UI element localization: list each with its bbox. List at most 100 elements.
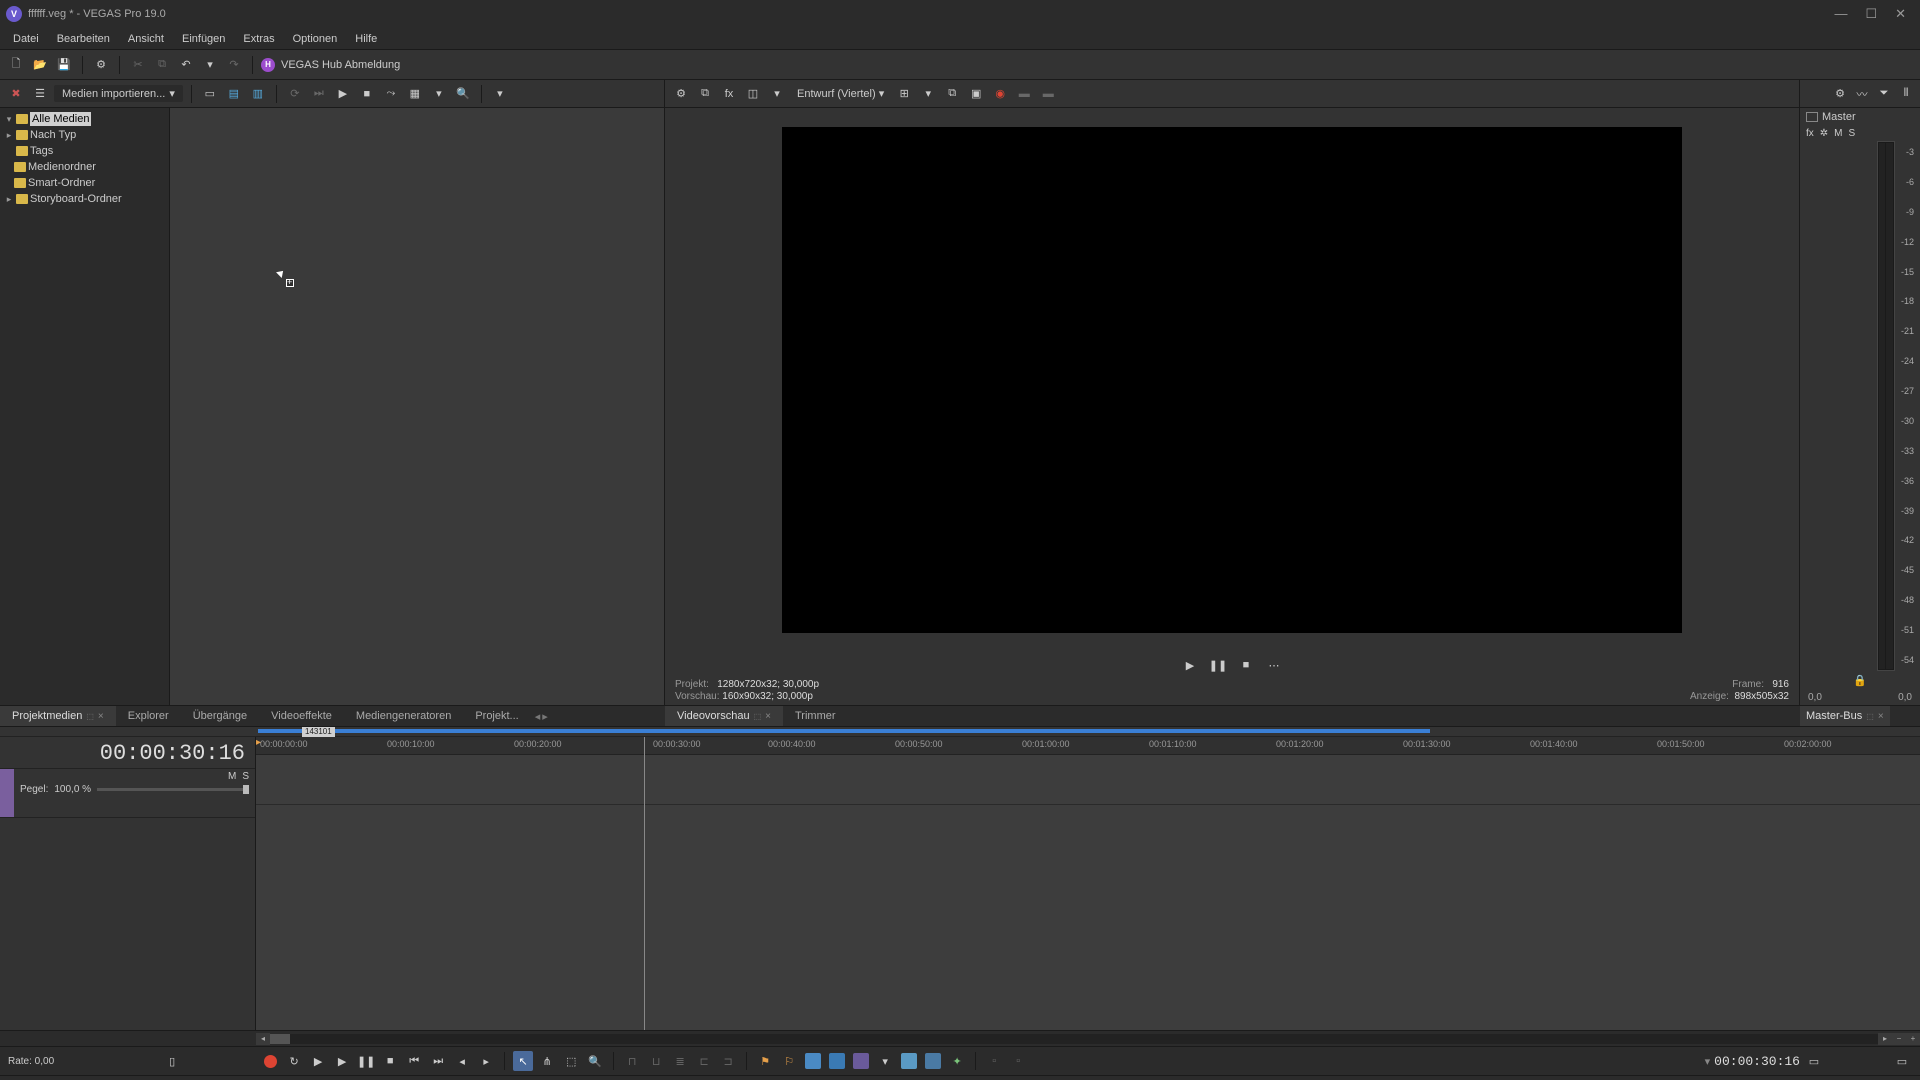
open-project-icon[interactable]: 📂 [30, 55, 50, 75]
pin-icon[interactable]: ⬚ [754, 712, 762, 721]
tab-next-icon[interactable]: ▸ [542, 710, 548, 723]
preview-more-icon[interactable]: ⋯ [1264, 655, 1284, 675]
master-solo-button[interactable]: S [1849, 128, 1856, 139]
expand-icon[interactable]: ▸ [4, 192, 14, 206]
tree-item-tags[interactable]: Tags [2, 143, 167, 159]
tab-mediengeneratoren[interactable]: Mediengeneratoren [344, 706, 463, 726]
tree-item-nach-typ[interactable]: ▸ Nach Typ [2, 127, 167, 143]
media-more-dropdown-icon[interactable]: ▾ [490, 84, 510, 104]
color-tool-2[interactable] [827, 1051, 847, 1071]
media-grid-icon[interactable]: ▦ [405, 84, 425, 104]
master-mixer-icon[interactable]: ⫴ [1896, 84, 1916, 104]
loop-region[interactable] [258, 729, 1430, 733]
tab-prev-icon[interactable]: ◂ [535, 710, 541, 723]
color-tool-4[interactable] [899, 1051, 919, 1071]
region-button[interactable]: ⚐ [779, 1051, 799, 1071]
expand-icon[interactable]: ▸ [4, 128, 14, 142]
preview-grid-dropdown-icon[interactable]: ▾ [918, 84, 938, 104]
menu-datei[interactable]: Datei [4, 30, 48, 48]
color-dropdown-icon[interactable]: ▾ [875, 1051, 895, 1071]
tab-trimmer[interactable]: Trimmer [783, 706, 848, 726]
close-icon[interactable]: × [765, 711, 771, 722]
media-search-icon[interactable]: 🔍 [453, 84, 473, 104]
undo-icon[interactable]: ↶ [176, 55, 196, 75]
playhead[interactable] [644, 737, 645, 1030]
close-icon[interactable]: × [98, 711, 104, 722]
master-dim-icon[interactable]: 〰 [1852, 84, 1872, 104]
preview-split-dropdown-icon[interactable]: ▾ [767, 84, 787, 104]
track-mute-button[interactable]: M [228, 771, 236, 782]
undo-dropdown-icon[interactable]: ▾ [200, 55, 220, 75]
play-start-button[interactable]: ▶ [308, 1051, 328, 1071]
preview-stop-icon[interactable]: ■ [1236, 655, 1256, 675]
preview-clip-icon[interactable]: ▣ [966, 84, 986, 104]
lock-icon[interactable]: 🔒 [1853, 674, 1867, 687]
pause-button[interactable]: ❚❚ [356, 1051, 376, 1071]
preview-pause-icon[interactable]: ❚❚ [1208, 655, 1228, 675]
timeline-scrollbar[interactable]: ◂ ▸ − + [0, 1030, 1920, 1046]
next-frame-button[interactable]: ▸ [476, 1051, 496, 1071]
zoom-in-icon[interactable]: + [1906, 1033, 1920, 1045]
preview-split-icon[interactable]: ◫ [743, 84, 763, 104]
import-media-button[interactable]: Medien importieren... ▾ [54, 85, 183, 102]
tab-explorer[interactable]: Explorer [116, 706, 181, 726]
menu-einfuegen[interactable]: Einfügen [173, 30, 234, 48]
master-fx-button[interactable]: fx [1806, 128, 1814, 139]
color-tool-5[interactable] [923, 1051, 943, 1071]
effects-button[interactable]: ✦ [947, 1051, 967, 1071]
scroll-left-icon[interactable]: ◂ [256, 1033, 270, 1045]
timeline-tracks-area[interactable]: ▸ 00:00:00:00 00:00:10:00 00:00:20:00 00… [256, 737, 1920, 1030]
render-icon[interactable]: ⚙ [91, 55, 111, 75]
slider-thumb[interactable] [243, 785, 249, 794]
tab-uebergaenge[interactable]: Übergänge [181, 706, 259, 726]
loop-button[interactable]: ↻ [284, 1051, 304, 1071]
selection-tool[interactable]: ⬚ [561, 1051, 581, 1071]
record-button[interactable] [260, 1051, 280, 1071]
go-end-button[interactable]: ⏭ [428, 1051, 448, 1071]
tab-projekt[interactable]: Projekt... [463, 706, 530, 726]
color-tool-3[interactable] [851, 1051, 871, 1071]
preview-fx-icon[interactable]: fx [719, 84, 739, 104]
menu-ansicht[interactable]: Ansicht [119, 30, 173, 48]
track-solo-button[interactable]: S [242, 771, 249, 782]
master-settings-icon[interactable]: ⚙ [1830, 84, 1850, 104]
save-project-icon[interactable]: 💾 [54, 55, 74, 75]
new-project-icon[interactable]: 🗋 [6, 55, 26, 75]
collapse-icon[interactable]: ▾ [4, 112, 14, 126]
master-automation-button[interactable]: ✲ [1820, 128, 1828, 139]
timeline-timecode[interactable]: 00:00:30:16 [0, 737, 255, 768]
menu-optionen[interactable]: Optionen [284, 30, 347, 48]
pegel-slider[interactable] [97, 788, 249, 791]
tab-videovorschau[interactable]: Videovorschau⬚× [665, 706, 783, 726]
marker-button[interactable]: ⚑ [755, 1051, 775, 1071]
tree-item-storyboard[interactable]: ▸ Storyboard-Ordner [2, 191, 167, 207]
preview-play-icon[interactable]: ▶ [1180, 655, 1200, 675]
preview-viewport[interactable] [665, 108, 1799, 651]
tab-projektmedien[interactable]: Projektmedien⬚× [0, 706, 116, 726]
region-label[interactable]: 143101 [302, 727, 335, 737]
pin-icon[interactable]: ⬚ [1866, 712, 1874, 721]
media-filter-icon[interactable]: ▥ [248, 84, 268, 104]
close-icon[interactable]: × [1878, 711, 1884, 722]
tree-item-medienordner[interactable]: Medienordner [2, 159, 167, 175]
maximize-timeline-icon[interactable]: ▭ [1892, 1051, 1912, 1071]
transport-timecode[interactable]: 00:00:30:16 [1714, 1054, 1800, 1069]
track-color-strip[interactable] [0, 769, 14, 817]
tab-videoeffekte[interactable]: Videoeffekte [259, 706, 344, 726]
media-props-icon[interactable]: ☰ [30, 84, 50, 104]
media-sort-icon[interactable]: ▤ [224, 84, 244, 104]
go-start-button[interactable]: ⏮ [404, 1051, 424, 1071]
close-button[interactable]: ✕ [1895, 6, 1906, 22]
media-stop-icon[interactable]: ■ [357, 84, 377, 104]
scroll-track[interactable] [270, 1034, 1878, 1044]
tab-master-bus[interactable]: Master-Bus⬚× [1800, 706, 1890, 726]
track-lane[interactable] [256, 755, 1920, 805]
menu-bearbeiten[interactable]: Bearbeiten [48, 30, 119, 48]
media-grid-dropdown-icon[interactable]: ▾ [429, 84, 449, 104]
timeline-ruler[interactable]: ▸ 00:00:00:00 00:00:10:00 00:00:20:00 00… [256, 737, 1920, 755]
play-button[interactable]: ▶ [332, 1051, 352, 1071]
preview-record-icon[interactable]: ◉ [990, 84, 1010, 104]
preview-settings-icon[interactable]: ⚙ [671, 84, 691, 104]
media-play-icon[interactable]: ▶ [333, 84, 353, 104]
scroll-thumb[interactable] [270, 1034, 290, 1044]
